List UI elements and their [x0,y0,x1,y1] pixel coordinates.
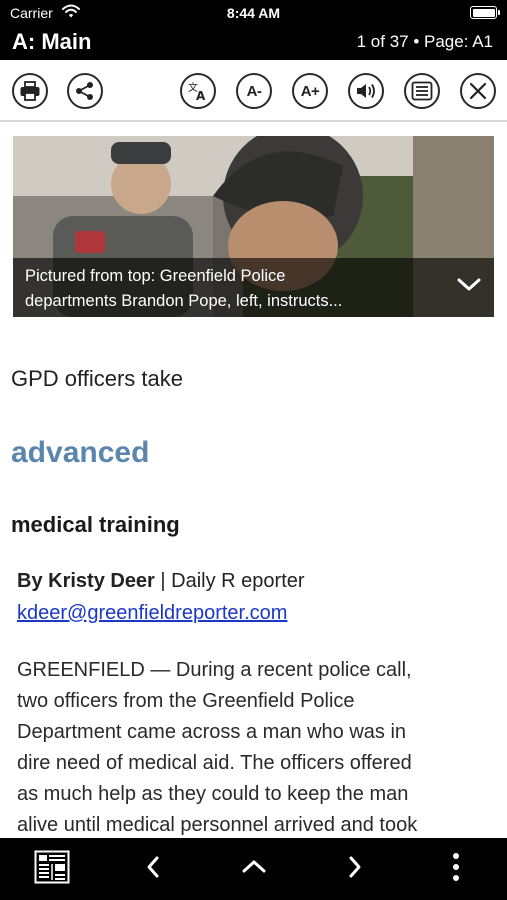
status-time: 8:44 AM [226,5,281,21]
share-icon [74,80,96,102]
close-button[interactable] [460,73,496,109]
more-vertical-icon [452,852,460,887]
translate-icon: 文 A [187,80,209,102]
body-line: dire need of medical aid. The officers o… [17,752,412,774]
article-photo[interactable]: Pictured from top: Greenfield Police dep… [13,136,494,317]
text-view-button[interactable] [404,73,440,109]
body-line: alive until medical personnel arrived an… [17,814,418,836]
article-icon [411,81,433,101]
title-bar: A: Main 1 of 37 • Page: A1 [0,26,507,60]
body-line: as much help as they could to keep the m… [17,783,409,805]
translate-button[interactable]: 文 A [180,73,216,109]
chevron-down-icon[interactable] [456,276,482,299]
page-indicator: 1 of 37 • Page: A1 [356,32,493,51]
headline-line-2: advanced [11,436,150,469]
chevron-up-icon [241,859,267,880]
decrease-font-button[interactable]: A- [236,73,272,109]
section-title: A: Main [12,29,92,54]
newspaper-grid-icon [34,850,70,889]
scroll-up-button[interactable] [234,850,274,888]
chevron-right-icon [347,855,363,884]
bottom-navigation [0,838,507,900]
previous-page-button[interactable] [133,850,173,888]
headline-line-3: medical training [11,512,180,537]
byline-outlet: | Daily R eporter [154,570,305,592]
read-aloud-button[interactable] [348,73,384,109]
increase-font-button[interactable]: A+ [292,73,328,109]
printer-icon [19,81,41,101]
chevron-left-icon [145,855,161,884]
article-toolbar: 文 A A- A+ [0,60,507,122]
print-button[interactable] [12,73,48,109]
speaker-icon [355,81,377,101]
body-line: Department came across a man who was in [17,721,407,743]
author-email-link[interactable]: kdeer@greenfieldreporter.com [17,602,287,625]
svg-text:A: A [196,89,206,102]
article-body: GREENFIELD — During a recent police call… [17,655,497,841]
body-line: two officers from the Greenfield Police [17,690,355,712]
caption-line-1: Pictured from top: Greenfield Police [25,267,286,285]
font-decrease-icon: A- [246,82,262,100]
more-options-button[interactable] [436,850,476,888]
share-button[interactable] [67,73,103,109]
caption-line-2: departments Brandon Pope, left, instruct… [25,292,343,310]
battery-icon [470,6,500,19]
page-thumbnails-button[interactable] [32,850,72,888]
close-icon [469,82,487,100]
headline-line-1: GPD officers take [11,366,183,391]
byline: By Kristy Deer | Daily R eporter [17,570,305,593]
photo-caption[interactable]: Pictured from top: Greenfield Police dep… [13,258,494,317]
author-name: By Kristy Deer [17,570,155,592]
body-line: GREENFIELD — During a recent police call… [17,659,412,681]
status-bar: Carrier 8:44 AM [0,0,507,26]
font-increase-icon: A+ [300,82,320,100]
next-page-button[interactable] [335,850,375,888]
